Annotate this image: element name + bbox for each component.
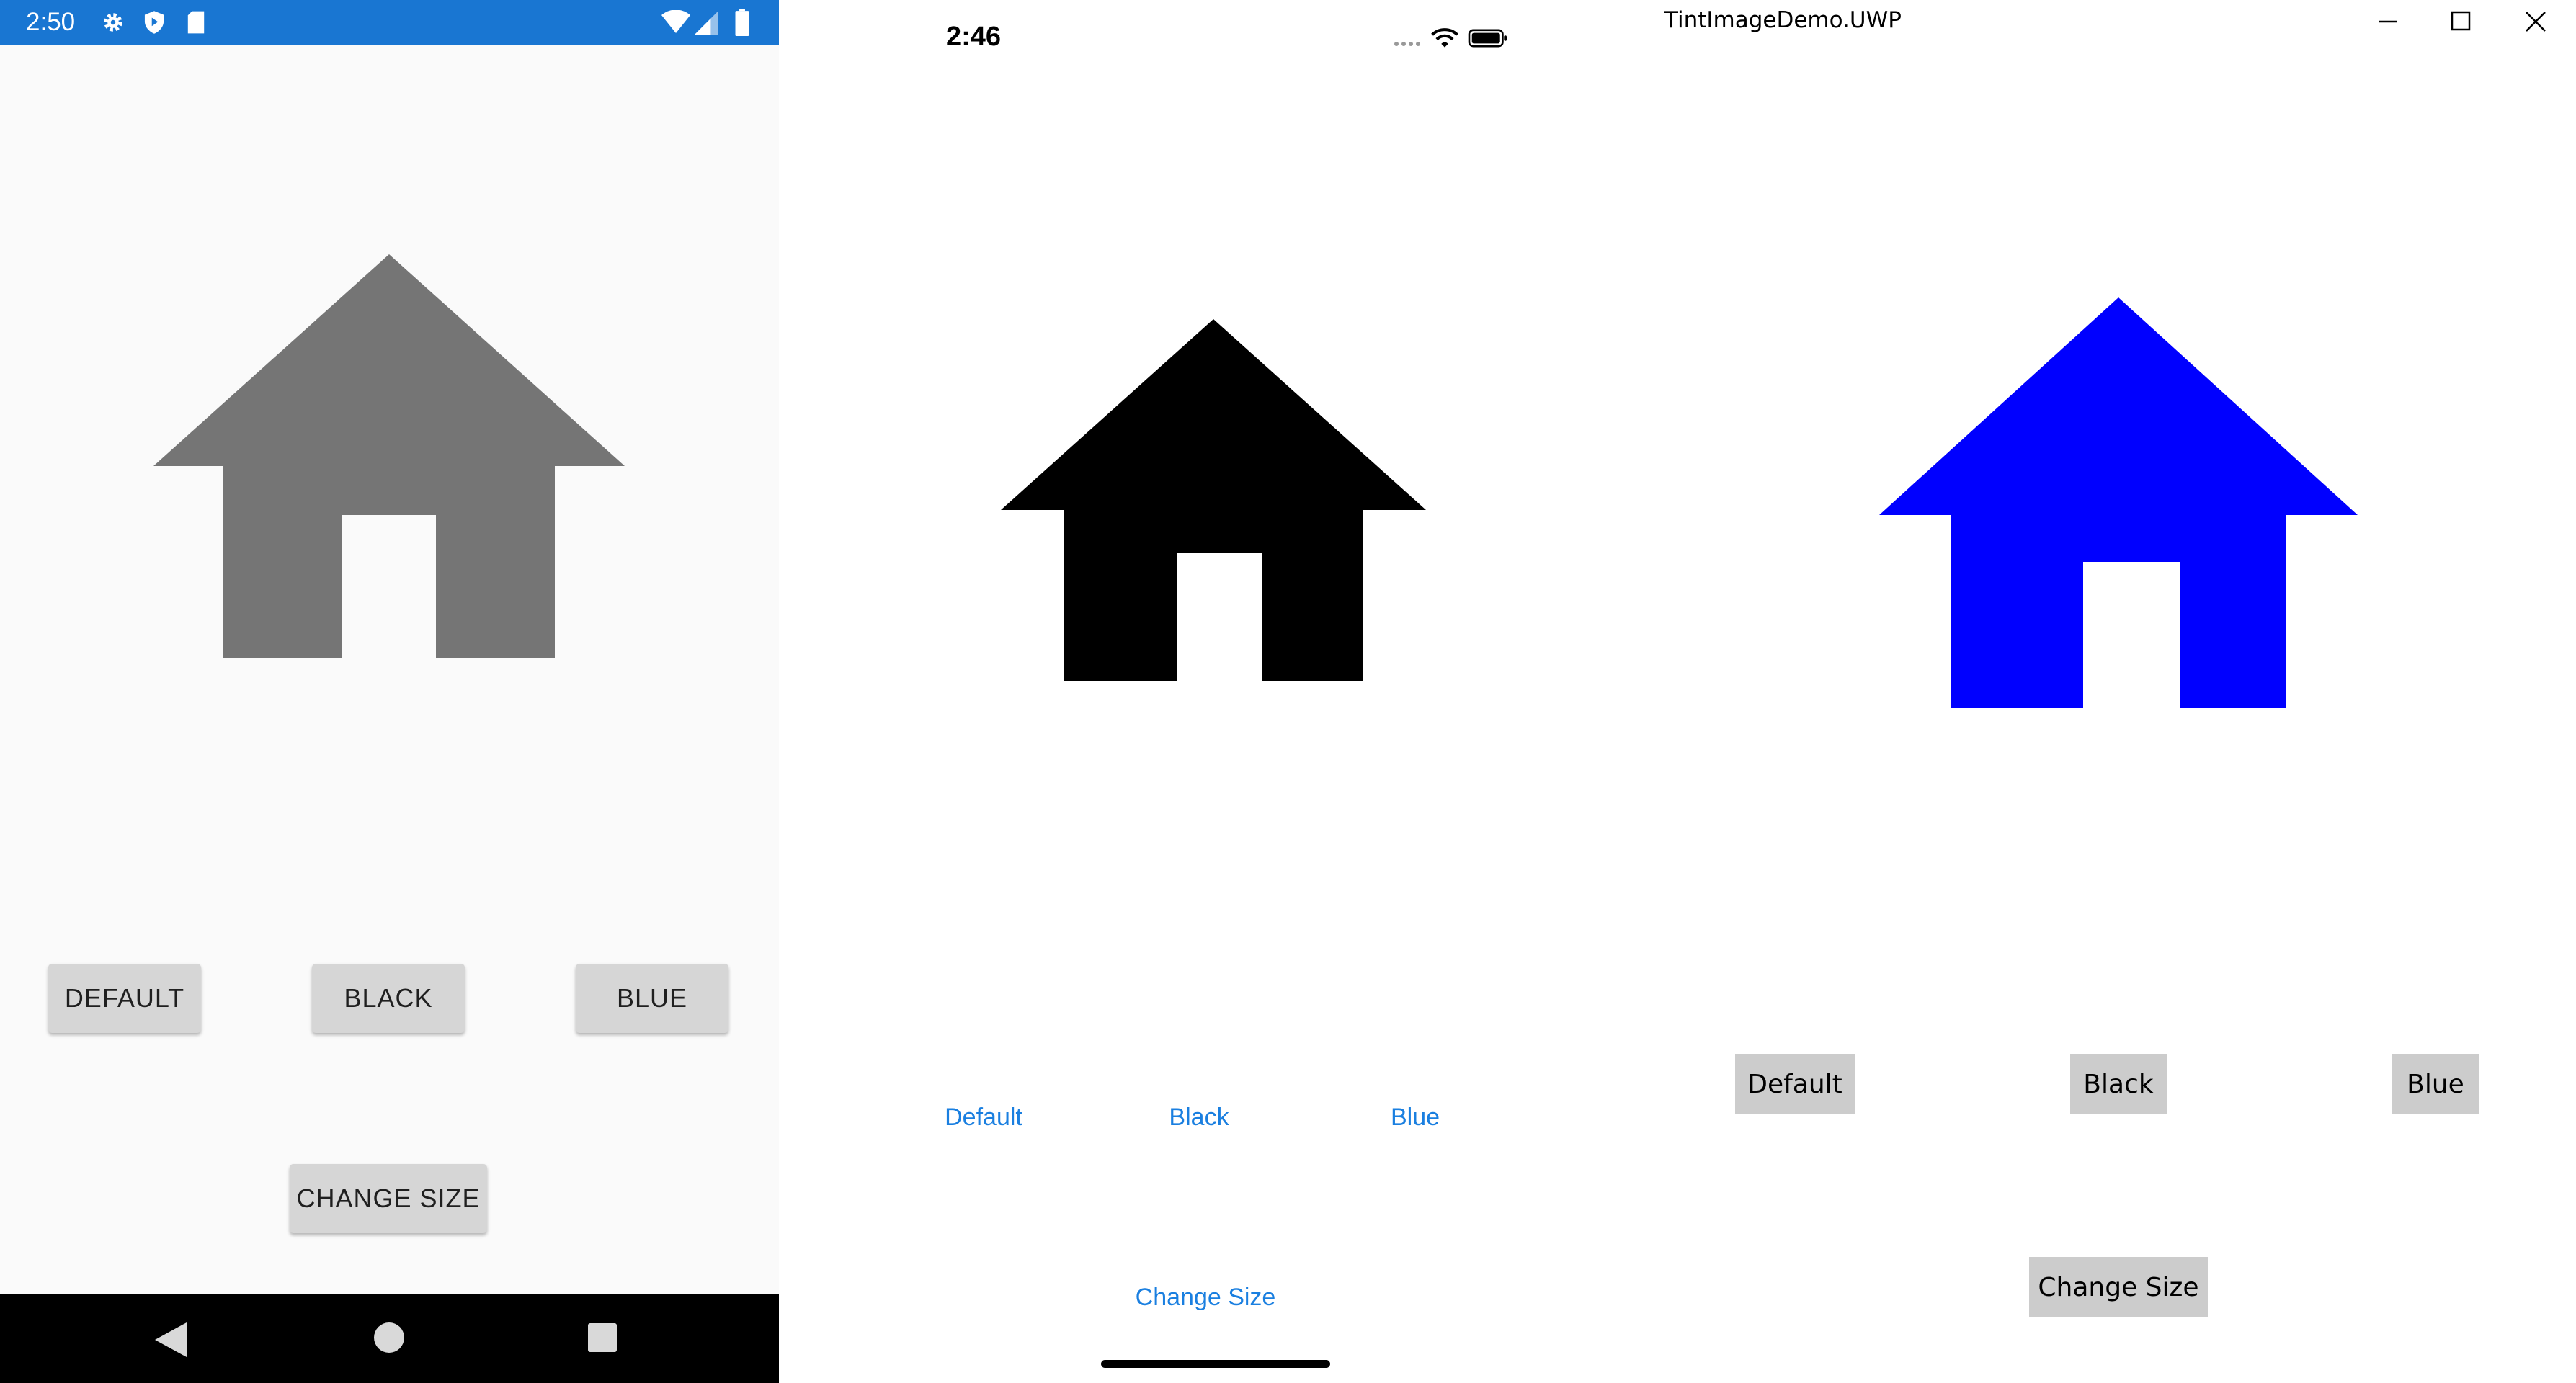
house-icon	[1879, 297, 2358, 708]
android-panel: 2:50 DEFAULT BLACK BLUE CHANGE SIZE	[0, 0, 779, 1383]
blue-button[interactable]: BLUE	[576, 964, 728, 1033]
black-button[interactable]: BLACK	[312, 964, 465, 1033]
android-status-time: 2:50	[26, 8, 76, 36]
signal-icon	[695, 12, 718, 35]
recents-icon[interactable]	[588, 1323, 617, 1352]
maximize-icon[interactable]	[2421, 0, 2500, 43]
ios-panel: 2:46 Default Black Blue Change Size	[779, 0, 1631, 1383]
blue-button[interactable]: Blue	[1358, 1099, 1473, 1135]
settings-icon	[104, 13, 122, 32]
black-button[interactable]: Black	[2070, 1054, 2167, 1114]
black-button[interactable]: Black	[1141, 1099, 1257, 1135]
change-size-button[interactable]: CHANGE SIZE	[290, 1164, 487, 1233]
house-icon	[1001, 319, 1426, 681]
change-size-button[interactable]: Change Size	[1122, 1279, 1289, 1315]
window-title: TintImageDemo.UWP	[1664, 7, 1902, 33]
default-button[interactable]: Default	[1735, 1054, 1855, 1114]
battery-icon	[1468, 29, 1507, 48]
blue-button[interactable]: Blue	[2392, 1054, 2479, 1114]
android-nav-bar	[0, 1294, 779, 1383]
android-status-bar: 2:50	[0, 0, 779, 45]
minimize-icon[interactable]	[2348, 0, 2428, 43]
wifi-icon	[1431, 28, 1458, 48]
home-icon[interactable]	[374, 1322, 404, 1353]
change-size-button[interactable]: Change Size	[2029, 1257, 2208, 1317]
ios-status-time: 2:46	[946, 22, 1002, 52]
wifi-icon	[661, 10, 690, 33]
sd-card-icon	[187, 11, 205, 34]
default-button[interactable]: DEFAULT	[48, 964, 201, 1033]
close-icon[interactable]	[2497, 0, 2576, 43]
house-icon	[153, 254, 625, 658]
shield-icon	[144, 11, 164, 34]
uwp-panel: TintImageDemo.UWP Default Black Blue Cha…	[1631, 0, 2576, 1383]
home-indicator[interactable]	[1101, 1360, 1330, 1368]
back-icon[interactable]	[155, 1322, 187, 1357]
battery-icon	[735, 9, 749, 36]
default-button[interactable]: Default	[926, 1099, 1041, 1135]
signal-dots-icon	[1394, 42, 1420, 46]
